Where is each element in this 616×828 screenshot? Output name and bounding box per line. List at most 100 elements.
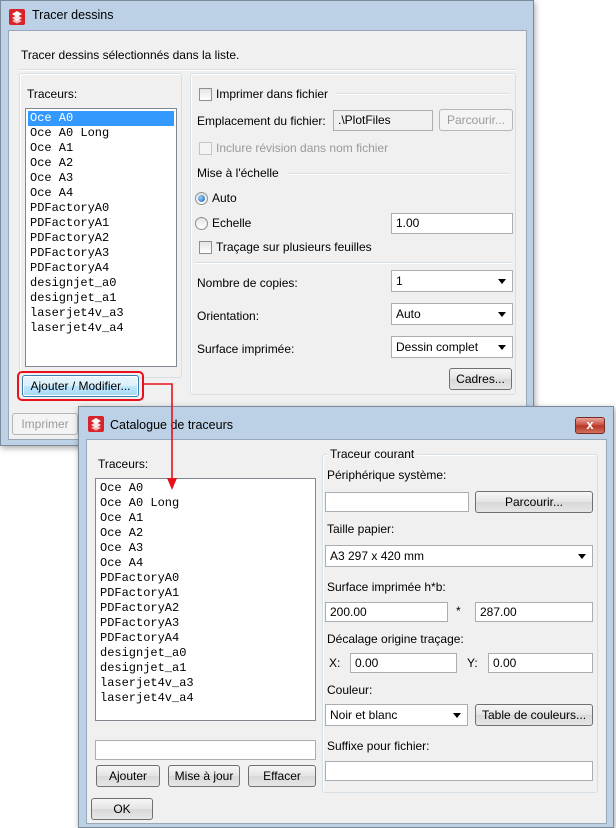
plotter-list-item[interactable]: PDFactoryA4 [98,631,313,646]
print-area-b-input[interactable]: 287.00 [475,602,593,622]
window-title: Tracer dessins [32,8,114,22]
catalogue-title: Catalogue de traceurs [110,418,233,432]
print-area-hb-label: Surface imprimée h*b: [327,580,446,594]
chevron-down-icon [498,312,506,317]
chevron-down-icon [578,554,586,559]
plotter-list-item[interactable]: Oce A2 [98,526,313,541]
include-revision-checkbox[interactable] [199,142,212,155]
file-location-input[interactable]: .\PlotFiles [333,110,433,131]
plotter-list-item[interactable]: PDFactoryA4 [28,261,174,276]
print-area-select[interactable]: Dessin complet [391,336,513,358]
print-to-file-separator [337,93,509,95]
scale-custom-radio[interactable] [195,217,208,230]
scale-section-separator [289,173,509,175]
paper-size-value: A3 297 x 420 mm [330,549,425,563]
plotter-list-item[interactable]: PDFactoryA0 [98,571,313,586]
plotter-list-item[interactable]: PDFactoryA3 [28,246,174,261]
plotter-name-input[interactable] [95,740,316,760]
system-device-label: Périphérique système: [327,468,447,482]
offset-label: Décalage origine traçage: [327,632,464,646]
print-to-file-checkbox[interactable] [199,88,212,101]
update-plotter-button[interactable]: Mise à jour [168,765,240,787]
multi-sheet-checkbox[interactable] [199,241,212,254]
plotter-list-item[interactable]: Oce A1 [98,511,313,526]
copies-separator [195,262,513,264]
close-button[interactable]: x [575,417,605,434]
orientation-label: Orientation: [197,309,260,323]
plotter-list-item[interactable]: laserjet4v_a4 [98,691,313,706]
plotter-list-item[interactable]: Oce A4 [28,186,174,201]
catalogue-plotters-label: Traceurs: [98,457,149,471]
plotter-list-item[interactable]: Oce A1 [28,141,174,156]
catalogue-window: Catalogue de traceurs x Traceurs: Oce A0… [78,406,614,828]
plotter-list-item[interactable]: PDFactoryA3 [98,616,313,631]
color-select[interactable]: Noir et blanc [325,704,468,726]
include-revision-label: Inclure révision dans nom fichier [216,141,389,155]
plotter-list-item[interactable]: Oce A4 [98,556,313,571]
scale-auto-radio[interactable] [195,192,208,205]
plotter-list-item[interactable]: PDFactoryA2 [98,601,313,616]
plotter-list-item[interactable]: designjet_a0 [98,646,313,661]
plotter-list-item[interactable]: laserjet4v_a3 [28,306,174,321]
catalogue-titlebar[interactable]: Catalogue de traceurs x [79,407,613,435]
close-icon: x [586,417,594,432]
add-modify-button[interactable]: Ajouter / Modifier... [22,375,139,397]
plotter-list-item[interactable]: Oce A3 [98,541,313,556]
orientation-select[interactable]: Auto [391,303,513,325]
offset-x-label: X: [329,656,341,670]
current-plotter-label: Traceur courant [327,447,418,461]
ok-button[interactable]: OK [91,798,153,820]
plotter-list-item[interactable]: PDFactoryA2 [28,231,174,246]
offset-x-input[interactable]: 0.00 [350,653,457,673]
chevron-down-icon [498,279,506,284]
print-button[interactable]: Imprimer [12,413,78,435]
paper-size-select[interactable]: A3 297 x 420 mm [325,545,593,567]
file-suffix-input[interactable] [325,761,593,781]
add-plotter-button[interactable]: Ajouter [96,765,160,787]
print-area-h-input[interactable]: 200.00 [325,602,448,622]
plotter-list-item[interactable]: PDFactoryA1 [98,586,313,601]
plotter-list-item[interactable]: Oce A2 [28,156,174,171]
browse-device-button[interactable]: Parcourir... [475,491,593,513]
paper-size-label: Taille papier: [327,522,395,536]
catalogue-plotter-listbox[interactable]: Oce A0 Oce A0 Long Oce A1 Oce A2 Oce A3 Oce A… [95,478,316,721]
app-logo-icon [9,9,25,25]
frames-button[interactable]: Cadres... [449,368,512,390]
plotter-list-item[interactable]: designjet_a0 [28,276,174,291]
color-label: Couleur: [327,683,373,697]
print-to-file-label: Imprimer dans fichier [216,87,329,101]
tracer-dessins-window: Tracer dessins Tracer dessins sélectionn… [0,0,534,446]
plotter-list-item[interactable]: laserjet4v_a3 [98,676,313,691]
tracer-dessins-titlebar[interactable]: Tracer dessins [1,1,533,29]
orientation-value: Auto [396,307,421,321]
file-location-label: Emplacement du fichier: [197,114,326,128]
system-device-input[interactable] [325,492,469,512]
browse-file-button[interactable]: Parcourir... [439,109,513,131]
scale-section-label: Mise à l'échelle [197,166,279,180]
plotter-listbox[interactable]: Oce A0 Oce A0 Long Oce A1 Oce A2 Oce A3 Oce A… [25,108,177,367]
delete-plotter-button[interactable]: Effacer [248,765,316,787]
scale-auto-label: Auto [212,191,237,205]
plotter-list-item[interactable]: PDFactoryA1 [28,216,174,231]
copies-select[interactable]: 1 [391,270,513,292]
app-logo-icon [88,416,104,432]
plotter-list-item[interactable]: laserjet4v_a4 [28,321,174,336]
scale-value-input[interactable]: 1.00 [391,213,513,234]
plotter-list-item[interactable]: designjet_a1 [28,291,174,306]
plotter-list-item[interactable]: Oce A3 [28,171,174,186]
plotter-list-item[interactable]: Oce A0 [28,111,174,126]
plotter-list-item[interactable]: Oce A0 [98,481,313,496]
color-table-button[interactable]: Table de couleurs... [475,704,593,726]
tracer-dessins-client: Tracer dessins sélectionnés dans la list… [8,30,527,440]
offset-y-label: Y: [467,656,478,670]
plotter-list-item[interactable]: Oce A0 Long [98,496,313,511]
print-area-label: Surface imprimée: [197,342,295,356]
plotter-list-item[interactable]: Oce A0 Long [28,126,174,141]
plotter-list-item[interactable]: PDFactoryA0 [28,201,174,216]
print-area-value: Dessin complet [396,340,479,354]
offset-y-input[interactable]: 0.00 [488,653,593,673]
multi-sheet-label: Traçage sur plusieurs feuilles [216,240,372,254]
plotter-list-item[interactable]: designjet_a1 [98,661,313,676]
scale-custom-label: Echelle [212,216,252,230]
chevron-down-icon [453,713,461,718]
